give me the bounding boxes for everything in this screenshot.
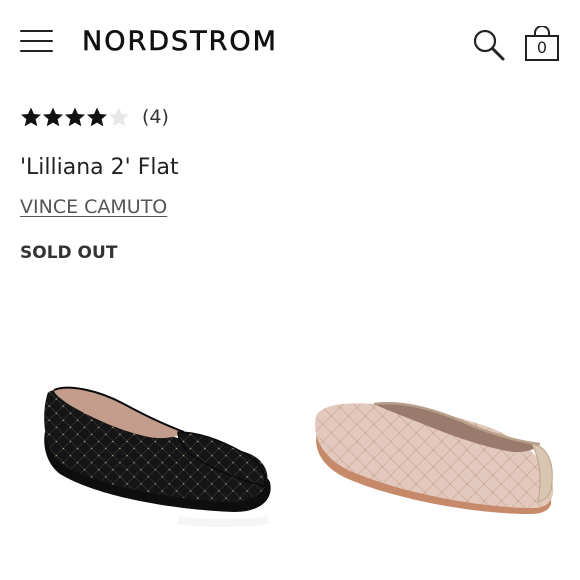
product-rating[interactable]: (4) [20, 104, 169, 130]
product-image-blush-flat[interactable] [306, 390, 566, 530]
product-image-black-flat[interactable] [28, 370, 284, 540]
shopping-bag-button[interactable]: 0 [523, 25, 561, 62]
search-icon[interactable] [472, 28, 506, 62]
product-title: 'Lilliana 2' Flat [20, 155, 179, 180]
rating-stars [20, 106, 130, 128]
review-count[interactable]: (4) [142, 106, 169, 128]
star-empty-icon [109, 107, 129, 127]
star-filled-icon [43, 107, 63, 127]
product-brand-link[interactable]: VINCE CAMUTO [20, 194, 167, 220]
sold-out-status: SOLD OUT [20, 243, 118, 263]
bag-count: 0 [536, 38, 548, 57]
star-filled-icon [65, 107, 85, 127]
site-header: NORDSTROM 0 [0, 0, 580, 88]
star-filled-icon [87, 107, 107, 127]
star-filled-icon [21, 107, 41, 127]
hamburger-menu-icon[interactable] [20, 28, 53, 54]
nordstrom-logo[interactable]: NORDSTROM [82, 26, 278, 58]
